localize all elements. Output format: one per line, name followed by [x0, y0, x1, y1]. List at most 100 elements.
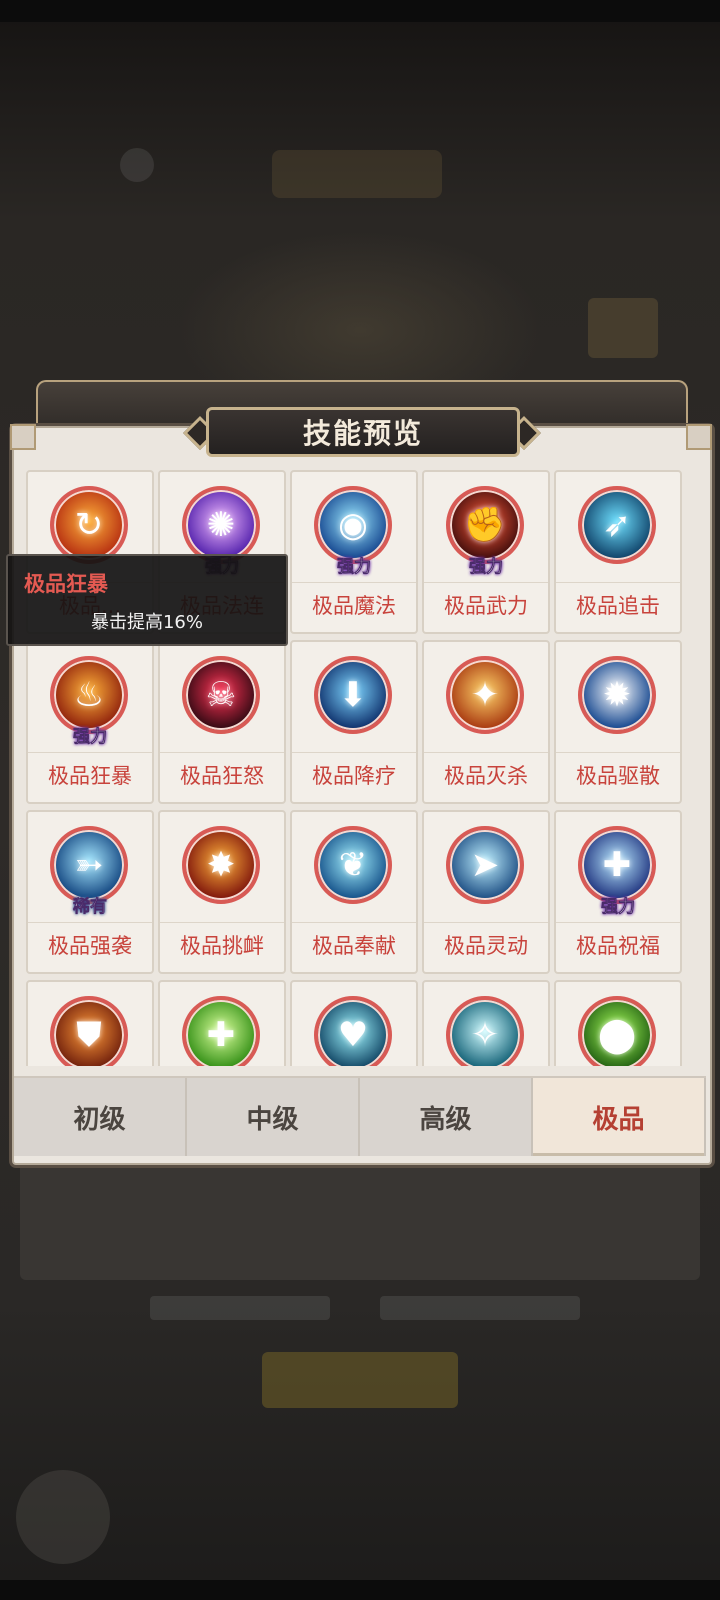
armor-chest-icon: ⛊ [50, 996, 128, 1066]
card-divider [28, 922, 152, 923]
skill-name: 极品奉献 [312, 934, 396, 958]
skill-name: 极品狂怒 [180, 764, 264, 788]
icon-glyph: ❦ [338, 845, 368, 885]
skill-card[interactable]: ✸ 极品挑衅 [158, 810, 286, 974]
skill-badge: 稀有 [73, 897, 108, 918]
skill-card[interactable]: ♥ [290, 980, 418, 1066]
skill-name: 极品降疗 [312, 764, 396, 788]
skill-name: 极品祝福 [576, 934, 660, 958]
icon-glyph: ✚ [602, 845, 632, 885]
skill-badge: 强力 [73, 727, 108, 748]
skill-badge: 强力 [337, 557, 372, 578]
card-divider [556, 752, 680, 753]
runner-icon: ➶ [578, 486, 656, 564]
navigation-bar [0, 1580, 720, 1600]
flame-swirl-icon: ↻ [50, 486, 128, 564]
icon-glyph: ☠ [205, 675, 237, 715]
down-arrow-icon: ⬇ [314, 656, 392, 734]
icon-glyph: ↻ [74, 505, 104, 545]
corner-ornament [10, 424, 36, 450]
skill-card[interactable]: ➶ 极品追击 [554, 470, 682, 634]
background-badge [588, 298, 658, 358]
skill-name: 极品灭杀 [444, 764, 528, 788]
background-banner [272, 150, 442, 198]
skill-card[interactable]: ♨ 强力极品狂暴 [26, 640, 154, 804]
skill-card[interactable]: ☠ 极品狂怒 [158, 640, 286, 804]
icon-glyph: ✸ [206, 845, 236, 885]
card-divider [424, 922, 548, 923]
skill-badge: 强力 [601, 897, 636, 918]
skill-card[interactable]: ⬤ [554, 980, 682, 1066]
card-divider [424, 582, 548, 583]
tab-grade-1[interactable]: 中级 [187, 1078, 360, 1156]
icon-glyph: ✊ [463, 505, 507, 545]
card-divider [160, 922, 284, 923]
skill-name: 极品强袭 [48, 934, 132, 958]
icon-glyph: ✚ [206, 1015, 236, 1055]
tab-grade-3[interactable]: 极品 [533, 1078, 706, 1156]
skill-card[interactable]: ➤ 极品灵动 [422, 810, 550, 974]
skill-tooltip: 极品狂暴 暴击提高16% [6, 554, 288, 646]
corner-ornament [686, 424, 712, 450]
card-divider [556, 922, 680, 923]
skill-name: 极品追击 [576, 594, 660, 618]
skill-card[interactable]: ✧ [422, 980, 550, 1066]
card-divider [28, 752, 152, 753]
tooltip-title: 极品狂暴 [24, 572, 108, 596]
skill-badge: 强力 [469, 557, 504, 578]
skill-name: 极品挑衅 [180, 934, 264, 958]
halo-heart-icon: ♥ [314, 996, 392, 1066]
card-divider [556, 582, 680, 583]
icon-glyph: ✧ [470, 1015, 500, 1055]
icon-glyph: ♥ [337, 1015, 369, 1055]
skill-name: 极品灵动 [444, 934, 528, 958]
icon-glyph: ➳ [74, 845, 104, 885]
background-text-line [380, 1296, 580, 1320]
tab-grade-0[interactable]: 初级 [14, 1078, 187, 1156]
dash-icon: ➤ [446, 826, 524, 904]
skill-name: 极品武力 [444, 594, 528, 618]
demon-face-icon: ☠ [182, 656, 260, 734]
skill-name: 极品驱散 [576, 764, 660, 788]
icon-glyph: ◉ [338, 505, 368, 545]
icon-glyph: ⬤ [597, 1015, 637, 1055]
card-divider [292, 752, 416, 753]
skill-name: 极品狂暴 [48, 764, 132, 788]
icon-glyph: ✹ [602, 675, 632, 715]
green-potion-icon: ⬤ [578, 996, 656, 1066]
light-burst-icon: ✹ [578, 656, 656, 734]
icon-glyph: ♨ [73, 675, 105, 715]
card-divider [160, 752, 284, 753]
title-plate: 技能预览 [206, 407, 520, 457]
card-divider [424, 752, 548, 753]
taunt-beast-icon: ✸ [182, 826, 260, 904]
skill-card[interactable]: ✊ 强力极品武力 [422, 470, 550, 634]
icon-glyph: ➶ [602, 505, 632, 545]
icon-glyph: ➤ [470, 845, 500, 885]
skill-card[interactable]: ✦ 极品灭杀 [422, 640, 550, 804]
skill-card[interactable]: ✹ 极品驱散 [554, 640, 682, 804]
icon-glyph: ⬇ [338, 675, 368, 715]
skill-name: 极品魔法 [312, 594, 396, 618]
skill-card[interactable]: ⛊ [26, 980, 154, 1066]
skill-card[interactable]: ◉ 强力极品魔法 [290, 470, 418, 634]
background-panel [20, 1150, 700, 1280]
skill-card[interactable]: ➳ 稀有极品强袭 [26, 810, 154, 974]
grade-tabs: 初级 中级 高级 极品 [14, 1076, 706, 1156]
dialog-title: 技能预览 [302, 417, 423, 450]
skill-card[interactable]: ✚ [158, 980, 286, 1066]
background-button [262, 1352, 458, 1408]
icon-glyph: ✺ [206, 505, 236, 545]
skill-card[interactable]: ⬇ 极品降疗 [290, 640, 418, 804]
status-bar [0, 0, 720, 22]
angel-wing-icon: ❦ [314, 826, 392, 904]
tooltip-description: 暴击提高16% [90, 612, 203, 633]
heal-cross-icon: ✚ [182, 996, 260, 1066]
card-divider [292, 922, 416, 923]
tab-grade-2[interactable]: 高级 [360, 1078, 533, 1156]
card-divider [292, 582, 416, 583]
skill-card[interactable]: ✚ 强力极品祝福 [554, 810, 682, 974]
icon-glyph: ⛊ [76, 1015, 102, 1055]
skill-card[interactable]: ❦ 极品奉献 [290, 810, 418, 974]
fire-warrior-icon: ✦ [446, 656, 524, 734]
